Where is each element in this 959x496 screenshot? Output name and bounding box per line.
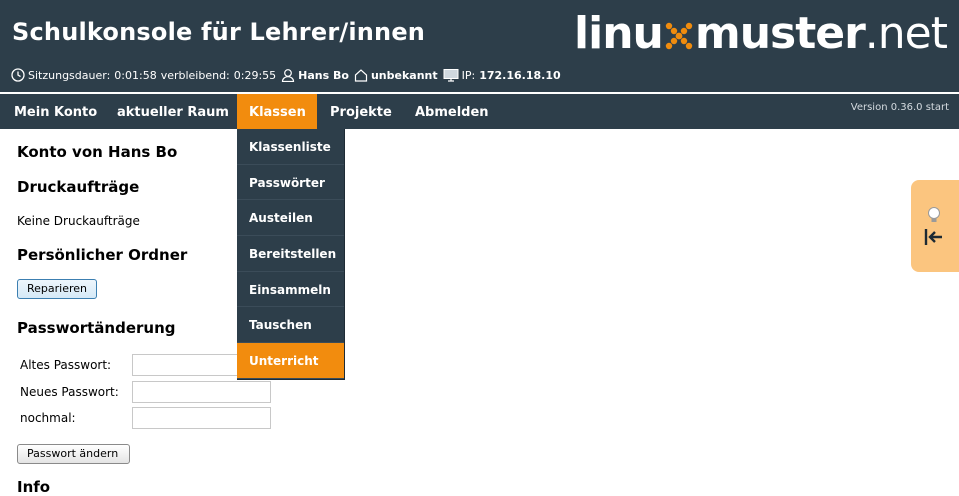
user-name: Hans Bo [298,68,349,82]
room-name: unbekannt [370,68,438,82]
session-label: Sitzungsdauer: [28,68,111,82]
klassen-dropdown-menu: Klassenliste Passwörter Austeilen Bereit… [237,129,345,380]
nav-item-klassen[interactable]: Klassen [237,94,317,129]
old-password-label: Altes Passwort: [20,358,112,372]
menu-item-einsammeln[interactable]: Einsammeln [237,272,344,308]
nav-item-aktueller-raum[interactable]: aktueller Raum [105,94,241,129]
ip-value: 172.16.18.10 [479,68,561,82]
repeat-password-field[interactable] [132,407,271,429]
logo-x-icon [665,22,693,50]
repair-button[interactable]: Reparieren [17,279,97,299]
version-label: Version 0.36.0 start [850,102,949,113]
menu-item-bereitstellen[interactable]: Bereitstellen [237,236,344,272]
clock-icon [11,68,25,82]
monitor-icon [443,69,459,82]
new-password-label: Neues Passwort: [20,385,119,399]
ip-label: IP: [461,68,476,82]
collapse-arrow-icon[interactable] [924,228,944,246]
session-status-bar: Sitzungsdauer: 0:01:58 verbleibend: 0:29… [11,68,561,82]
menu-item-austeilen[interactable]: Austeilen [237,200,344,237]
menu-item-unterricht[interactable]: Unterricht [237,343,344,379]
menu-item-tauschen[interactable]: Tauschen [237,307,344,344]
menu-item-passwoerter[interactable]: Passwörter [237,165,344,201]
new-password-field[interactable] [132,381,271,403]
nav-item-mein-konto[interactable]: Mein Konto [2,94,109,129]
password-change-heading: Passwortänderung [17,319,176,337]
session-value: 0:01:58 [114,68,157,82]
lightbulb-icon [928,207,940,222]
remaining-value: 0:29:55 [233,68,277,82]
menu-item-klassenliste[interactable]: Klassenliste [237,129,344,165]
personal-folder-heading: Persönlicher Ordner [17,246,188,264]
nav-item-abmelden[interactable]: Abmelden [403,94,501,129]
user-icon [282,69,295,82]
remaining-label: verbleibend: [160,68,230,82]
account-heading: Konto von Hans Bo [17,143,178,161]
help-side-tab[interactable] [911,180,959,272]
nav-item-projekte[interactable]: Projekte [318,94,404,129]
page-title: Schulkonsole für Lehrer/innen [12,18,426,46]
repeat-password-label: nochmal: [20,411,76,425]
app-header: Schulkonsole für Lehrer/innen linu muste… [0,0,959,92]
change-password-button[interactable]: Passwort ändern [17,444,130,464]
info-heading: Info [17,478,51,496]
main-nav: Mein Konto aktueller Raum Klassen Projek… [0,92,959,129]
print-jobs-heading: Druckaufträge [17,178,140,196]
room-icon [354,69,368,82]
print-jobs-empty: Keine Druckaufträge [17,214,140,228]
linuxmuster-logo: linu muster.net [574,8,948,59]
